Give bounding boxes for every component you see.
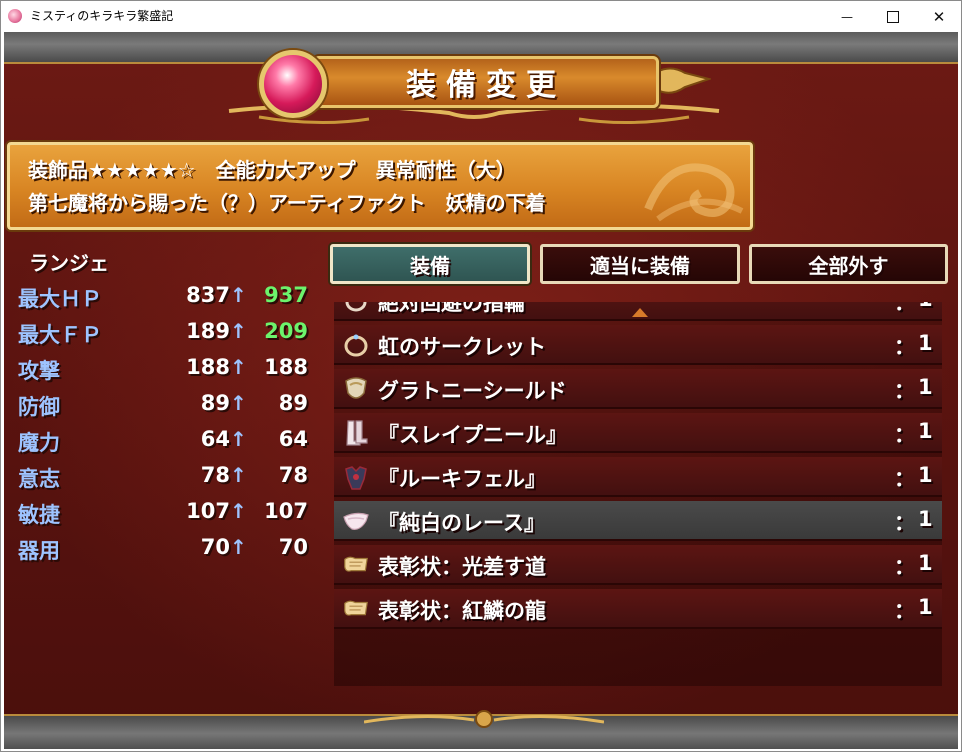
minimize-button[interactable]: — [824, 1, 870, 32]
stat-new-value: 107 [264, 499, 308, 523]
item-row[interactable]: 『スレイプニール』 ： 1 [334, 413, 942, 453]
stat-row: 魔力 64 ↑ 64 [18, 427, 308, 461]
item-row[interactable]: 表彰状：光差す道 ： 1 [334, 545, 942, 585]
item-separator: ： [894, 511, 915, 535]
stat-label: 最大ＨＰ [18, 287, 102, 311]
boots-icon [342, 419, 370, 447]
stat-row: 器用 70 ↑ 70 [18, 535, 308, 569]
armor-icon [342, 463, 370, 491]
header-bar: 装備変更 [313, 56, 659, 108]
item-row[interactable]: 表彰状：紅鱗の龍 ： 1 [334, 589, 942, 629]
title-bar[interactable]: ミスティのキラキラ繁盛記 — ✕ [1, 1, 961, 32]
scroll-up-arrow-icon[interactable] [632, 308, 648, 317]
stat-row: 防御 89 ↑ 89 [18, 391, 308, 425]
item-name: 『純白のレース』 [378, 511, 545, 535]
item-separator: ： [894, 423, 915, 447]
scroll-icon [342, 551, 370, 579]
lace-icon [342, 507, 370, 535]
item-name: 虹のサークレット [378, 335, 546, 359]
game-window: ミスティのキラキラ繁盛記 — ✕ 装備変更 装飾品★★★★★☆ 全能力大アップ … [0, 0, 962, 752]
stat-row: 意志 78 ↑ 78 [18, 463, 308, 497]
stat-new-value: 64 [278, 427, 308, 451]
item-name: 『ルーキフェル』 [378, 467, 546, 491]
item-name: 表彰状：紅鱗の龍 [378, 599, 546, 623]
item-row[interactable]: 『ルーキフェル』 ： 1 [334, 457, 942, 497]
item-quantity: 1 [918, 375, 933, 399]
stat-row: 攻撃 188 ↑ 188 [18, 355, 308, 389]
stat-label: 器用 [18, 539, 60, 563]
stat-current-value: 837 [186, 283, 230, 307]
item-quantity: 1 [918, 331, 933, 355]
remove-all-button[interactable]: 全部外す [749, 244, 948, 284]
item-separator: ： [894, 335, 915, 359]
stat-current-value: 78 [200, 463, 230, 487]
scroll-icon [342, 595, 370, 623]
stat-current-value: 89 [200, 391, 230, 415]
close-icon: ✕ [932, 7, 946, 26]
app-icon [8, 9, 22, 23]
stat-label: 敏捷 [18, 503, 60, 527]
header-plate: 装備変更 [228, 47, 720, 129]
stat-row: 敏捷 107 ↑ 107 [18, 499, 308, 533]
item-quantity: 1 [918, 463, 933, 487]
stat-new-value: 70 [278, 535, 308, 559]
stat-new-value: 188 [264, 355, 308, 379]
item-quantity: 1 [918, 551, 933, 575]
maximize-button[interactable] [870, 1, 916, 32]
minimize-icon: — [841, 9, 853, 24]
item-row[interactable]: 虹のサークレット ： 1 [334, 325, 942, 365]
stat-new-value: 89 [278, 391, 308, 415]
shield-icon [342, 375, 370, 403]
stat-row: 最大ＨＰ 837 ↑ 937 [18, 283, 308, 317]
bottom-ornament-icon [364, 710, 604, 728]
item-separator: ： [894, 555, 915, 579]
stat-label: 最大ＦＰ [18, 323, 102, 347]
stat-label: 意志 [18, 467, 60, 491]
stat-current-value: 188 [186, 355, 230, 379]
description-line-1: 装飾品★★★★★☆ 全能力大アップ 異常耐性（大） [28, 158, 516, 182]
item-quantity: 1 [918, 507, 933, 531]
bottom-frame [4, 710, 958, 749]
item-separator: ： [894, 302, 915, 315]
item-list[interactable]: 絶対回避の指輪：1虹のサークレット：1グラトニーシールド：1『スレイプニール』：… [334, 302, 942, 686]
swirl-ornament-icon [644, 163, 744, 222]
ring-icon [342, 302, 370, 315]
item-row[interactable]: 『純白のレース』 ： 1 [334, 501, 942, 541]
item-name: 表彰状：光差す道 [378, 555, 546, 579]
stat-label: 攻撃 [18, 359, 60, 383]
stat-row: 最大ＦＰ 189 ↑ 209 [18, 319, 308, 353]
item-quantity: 1 [918, 302, 933, 311]
circlet-icon [342, 331, 370, 359]
stat-current-value: 64 [200, 427, 230, 451]
item-description-box: 装飾品★★★★★☆ 全能力大アップ 異常耐性（大） 第七魔将から賜った（？）アー… [7, 142, 753, 230]
stat-label: 防御 [18, 395, 60, 419]
item-quantity: 1 [918, 419, 933, 443]
equip-button[interactable]: 装備 [330, 244, 530, 284]
stat-new-value: 209 [264, 319, 308, 343]
game-screen: 装備変更 装飾品★★★★★☆ 全能力大アップ 異常耐性（大） 第七魔将から賜った… [4, 32, 958, 749]
item-name: グラトニーシールド [378, 379, 567, 403]
item-row[interactable]: グラトニーシールド ： 1 [334, 369, 942, 409]
stat-current-value: 107 [186, 499, 230, 523]
stat-current-value: 70 [200, 535, 230, 559]
pink-gem-icon [259, 50, 327, 118]
item-separator: ： [894, 467, 915, 491]
stat-new-value: 78 [278, 463, 308, 487]
item-separator: ： [894, 599, 915, 623]
item-name: 『スレイプニール』 [378, 423, 567, 447]
stat-new-value: 937 [264, 283, 308, 307]
screen-title: 装備変更 [406, 68, 566, 103]
stat-label: 魔力 [18, 431, 60, 455]
item-separator: ： [894, 379, 915, 403]
maximize-icon [887, 10, 899, 23]
close-button[interactable]: ✕ [916, 1, 962, 32]
window-title: ミスティのキラキラ繁盛記 [30, 9, 174, 23]
item-quantity: 1 [918, 595, 933, 619]
auto-equip-button[interactable]: 適当に装備 [540, 244, 740, 284]
item-name: 絶対回避の指輪 [378, 302, 525, 315]
description-line-2: 第七魔将から賜った（？）アーティファクト 妖精の下着 [28, 191, 546, 215]
character-name: ランジェ [29, 251, 109, 275]
stat-current-value: 189 [186, 319, 230, 343]
